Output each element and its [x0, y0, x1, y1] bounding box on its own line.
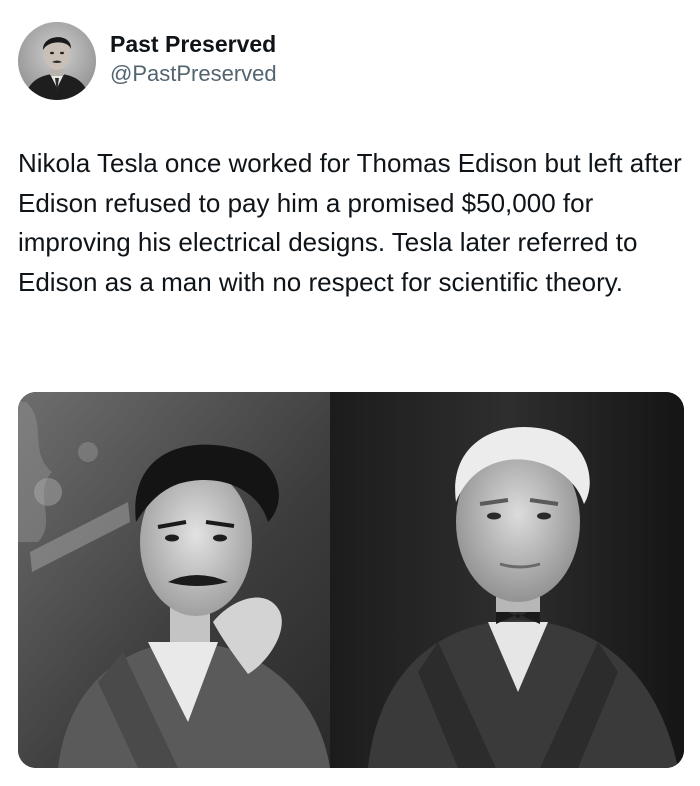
tweet-card: Past Preserved @PastPreserved Nikola Tes… [0, 0, 700, 786]
author-names: Past Preserved @PastPreserved [110, 29, 277, 89]
tweet-text: Nikola Tesla once worked for Thomas Edis… [18, 148, 682, 297]
author-display-name[interactable]: Past Preserved [110, 29, 277, 59]
avatar[interactable] [18, 22, 96, 100]
tweet-header: Past Preserved @PastPreserved [18, 22, 277, 100]
tweet-media[interactable] [18, 392, 684, 768]
left-portrait [18, 392, 330, 768]
author-handle[interactable]: @PastPreserved [110, 59, 277, 89]
portrait-collage-image [18, 392, 684, 768]
right-portrait [330, 392, 684, 768]
profile-photo-icon [18, 22, 96, 100]
